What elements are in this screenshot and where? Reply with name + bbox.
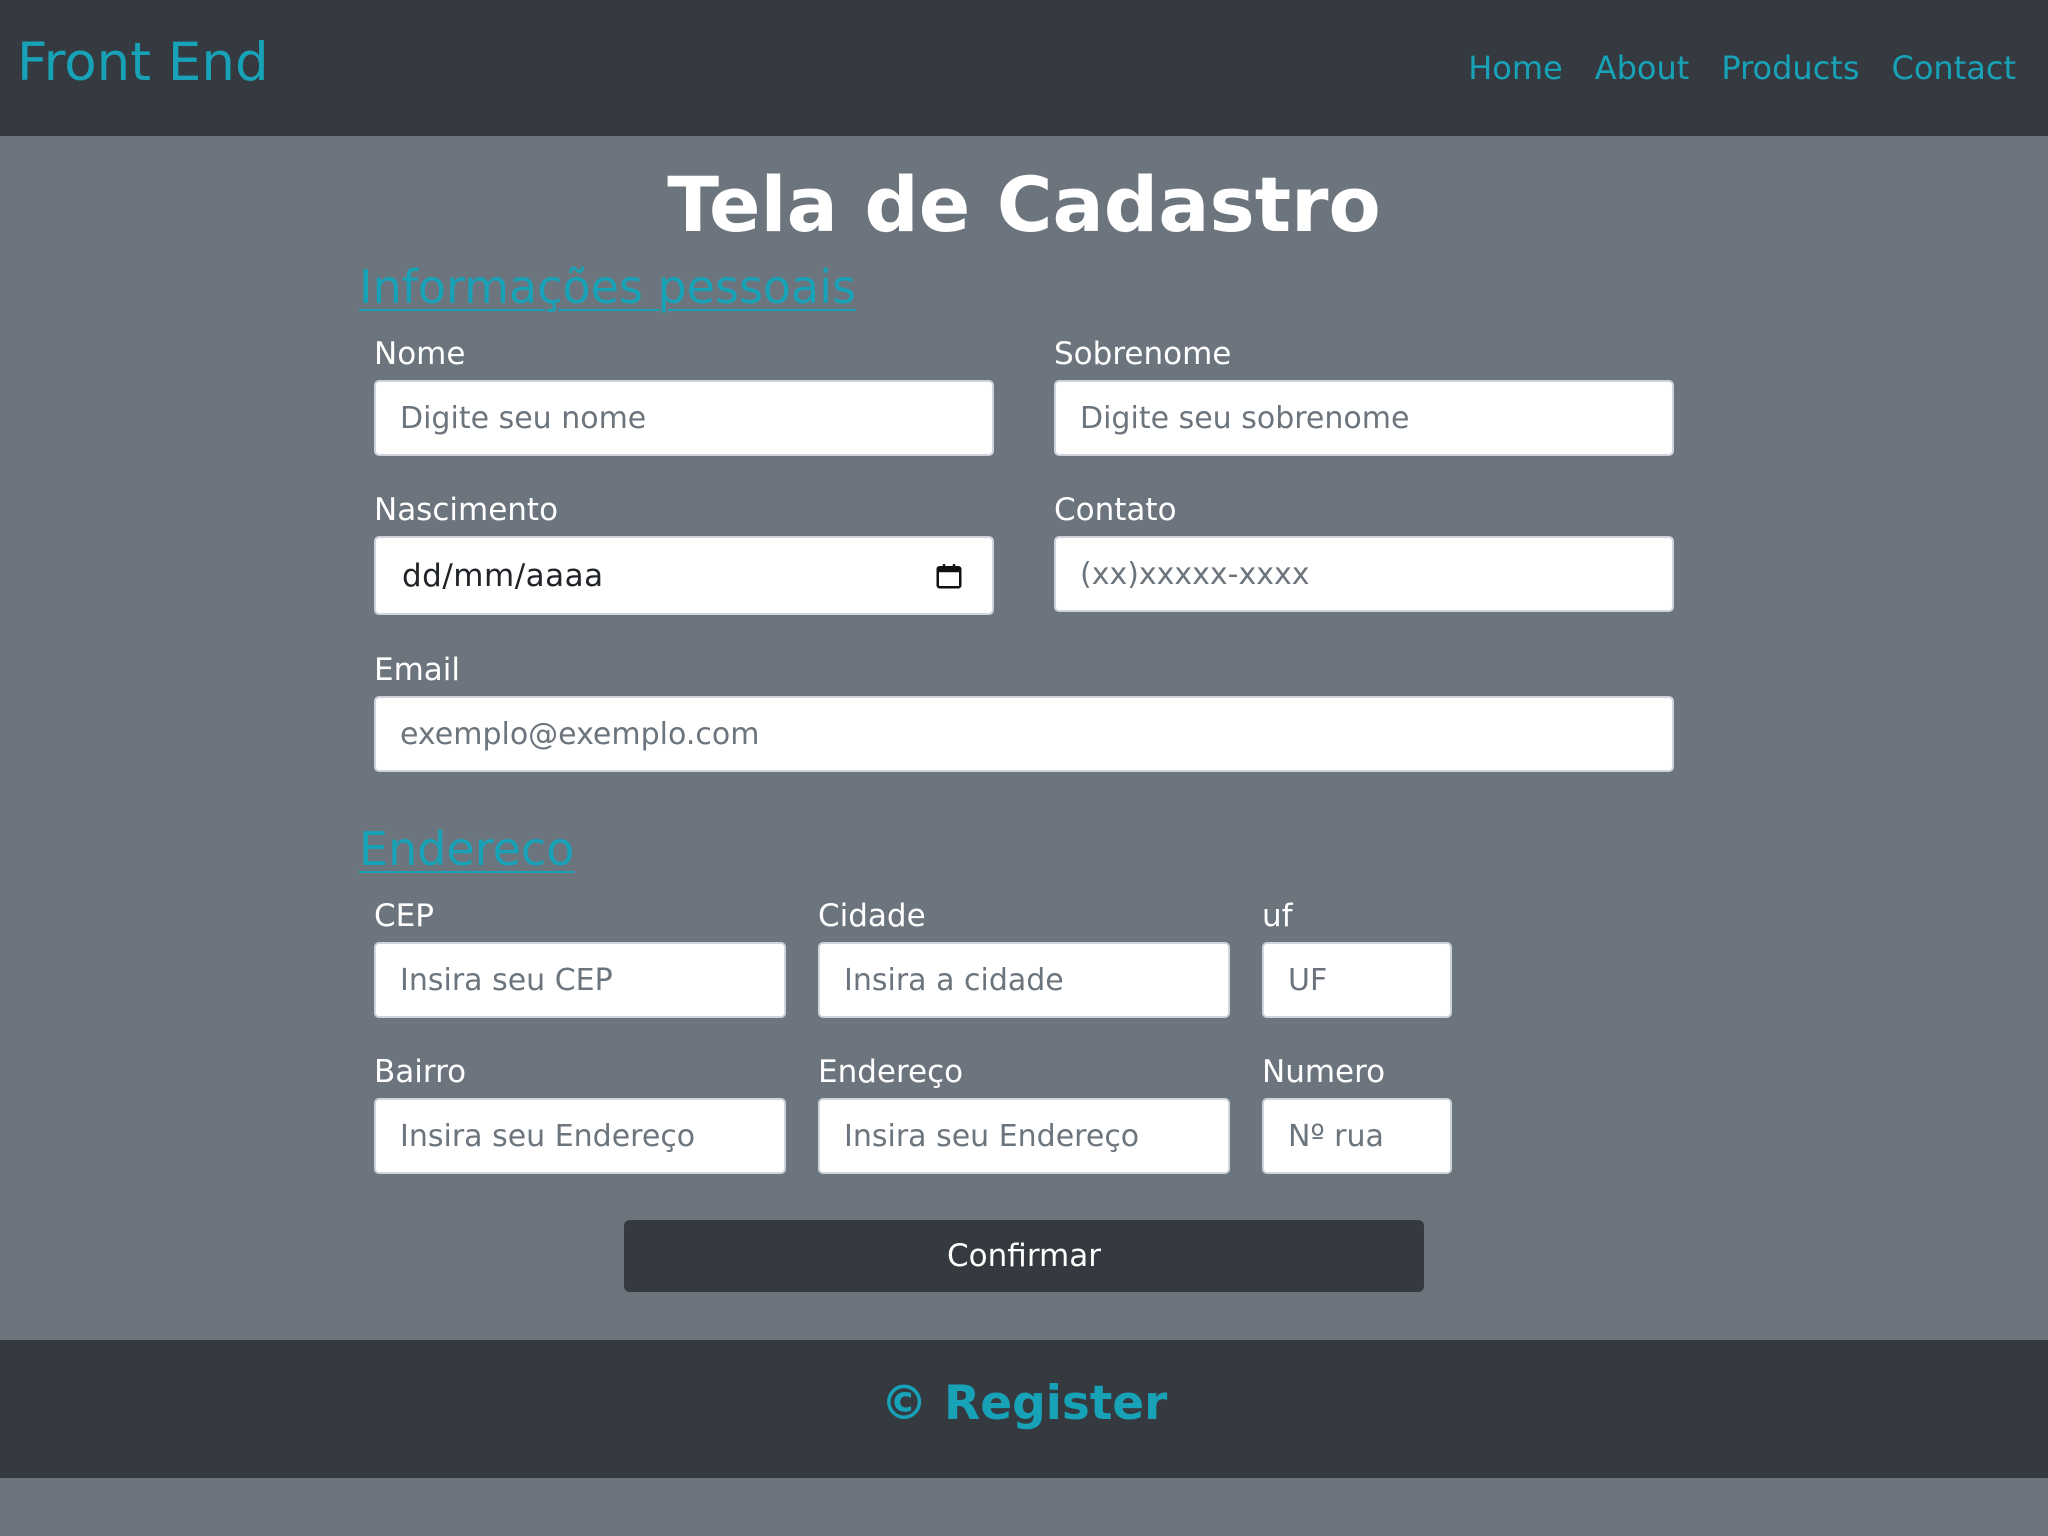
cep-input[interactable]: [374, 942, 786, 1018]
cidade-label: Cidade: [818, 898, 926, 934]
calendar-icon[interactable]: [934, 561, 964, 591]
navbar: Front End Home About Products Contact: [0, 0, 2048, 136]
contato-label: Contato: [1054, 492, 1177, 528]
bairro-input[interactable]: [374, 1098, 786, 1174]
brand-logo[interactable]: Front End: [17, 30, 269, 96]
section-title-personal[interactable]: Informações pessoais: [359, 258, 856, 316]
contato-input[interactable]: [1054, 536, 1674, 612]
nav-link-contact[interactable]: Contact: [1892, 46, 2017, 90]
sobrenome-field: Sobrenome: [1054, 334, 1674, 456]
email-field: Email: [374, 650, 1674, 772]
contato-field: Contato: [1054, 490, 1674, 612]
numero-input[interactable]: [1262, 1098, 1452, 1174]
endereco-field: Endereço: [818, 1052, 1230, 1174]
cidade-input[interactable]: [818, 942, 1230, 1018]
footer: © Register: [0, 1340, 2048, 1478]
uf-input[interactable]: [1262, 942, 1452, 1018]
email-label: Email: [374, 652, 461, 688]
uf-field: uf: [1262, 896, 1452, 1018]
nav-link-products[interactable]: Products: [1721, 46, 1859, 90]
page-title: Tela de Cadastro: [667, 160, 1381, 249]
nome-input[interactable]: [374, 380, 994, 456]
cep-label: CEP: [374, 898, 434, 934]
nome-label: Nome: [374, 336, 466, 372]
endereco-input[interactable]: [818, 1098, 1230, 1174]
sobrenome-input[interactable]: [1054, 380, 1674, 456]
cidade-field: Cidade: [818, 896, 1230, 1018]
nascimento-date-value: dd/mm/aaaa: [402, 557, 604, 594]
bairro-label: Bairro: [374, 1054, 467, 1090]
nascimento-field: Nascimento dd/mm/aaaa: [374, 490, 994, 615]
email-input[interactable]: [374, 696, 1674, 772]
section-title-address[interactable]: Endereco: [359, 820, 574, 878]
nascimento-date-input[interactable]: dd/mm/aaaa: [374, 536, 994, 615]
nome-field: Nome: [374, 334, 994, 456]
bairro-field: Bairro: [374, 1052, 786, 1174]
footer-copyright: © Register: [880, 1376, 1168, 1431]
nascimento-label: Nascimento: [374, 492, 559, 528]
nav-links: Home About Products Contact: [1468, 46, 2016, 90]
nav-link-about[interactable]: About: [1595, 46, 1690, 90]
sobrenome-label: Sobrenome: [1054, 336, 1232, 372]
uf-label: uf: [1262, 898, 1293, 934]
endereco-label: Endereço: [818, 1054, 964, 1090]
numero-field: Numero: [1262, 1052, 1452, 1174]
numero-label: Numero: [1262, 1054, 1386, 1090]
cep-field: CEP: [374, 896, 786, 1018]
confirm-button[interactable]: Confirmar: [624, 1220, 1424, 1292]
nav-link-home[interactable]: Home: [1468, 46, 1563, 90]
